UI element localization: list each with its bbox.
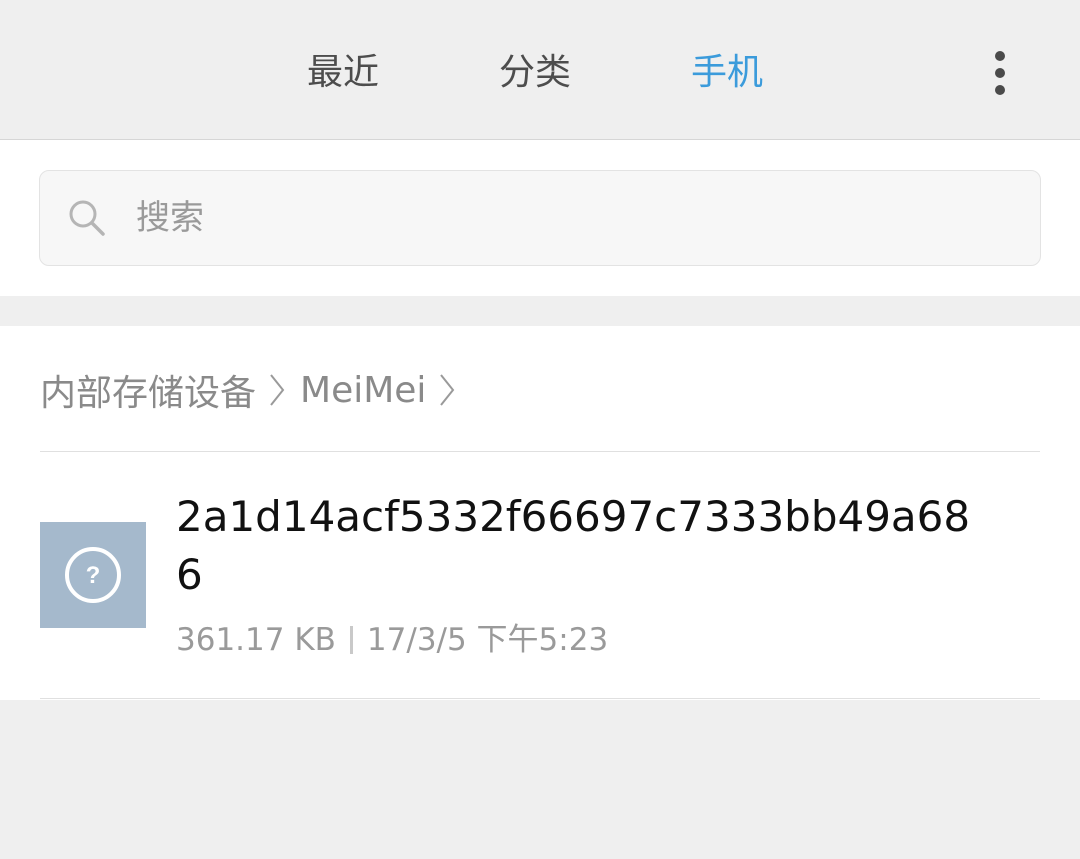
tab-phone[interactable]: 手机 bbox=[691, 46, 763, 100]
unknown-file-question-icon: ? bbox=[65, 547, 121, 603]
file-list-item[interactable]: ? 2a1d14acf5332f66697c7333bb49a686 361.1… bbox=[0, 452, 1080, 698]
breadcrumb: 内部存储设备 MeiMei bbox=[40, 362, 470, 418]
svg-text:?: ? bbox=[86, 562, 101, 589]
divider bbox=[40, 698, 1040, 699]
file-meta: 361.17 KB 17/3/5 下午5:23 bbox=[176, 618, 608, 662]
top-tab-bar: 最近 分类 手机 bbox=[0, 0, 1080, 140]
file-size: 361.17 KB bbox=[176, 622, 336, 658]
tab-recent[interactable]: 最近 bbox=[307, 46, 379, 100]
search-input[interactable]: 搜索 bbox=[39, 170, 1041, 266]
tab-category[interactable]: 分类 bbox=[499, 46, 571, 100]
breadcrumb-item-meimei[interactable]: MeiMei bbox=[300, 370, 426, 411]
file-list-panel: 内部存储设备 MeiMei ? 2a1d14acf5332f66697c7333… bbox=[0, 326, 1080, 700]
chevron-right-icon bbox=[440, 374, 455, 406]
chevron-right-icon bbox=[270, 374, 285, 406]
search-placeholder: 搜索 bbox=[136, 198, 204, 238]
search-section: 搜索 bbox=[0, 140, 1080, 296]
meta-separator bbox=[349, 626, 353, 654]
more-options-icon[interactable] bbox=[980, 46, 1020, 100]
file-thumbnail: ? bbox=[40, 522, 146, 628]
breadcrumb-item-internal-storage[interactable]: 内部存储设备 bbox=[40, 364, 256, 416]
file-date: 17/3/5 下午5:23 bbox=[366, 622, 609, 658]
search-icon bbox=[69, 200, 105, 236]
file-name: 2a1d14acf5332f66697c7333bb49a686 bbox=[176, 492, 971, 599]
